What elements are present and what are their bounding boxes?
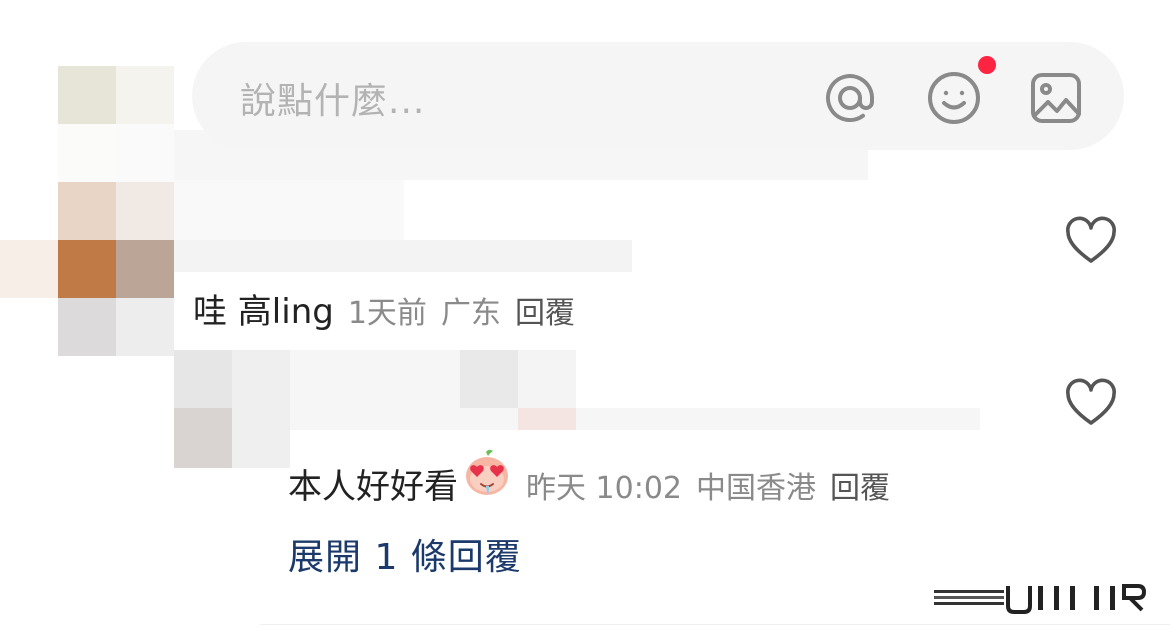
notification-dot xyxy=(978,56,996,74)
heart-outline-icon[interactable] xyxy=(1064,214,1118,268)
comment-time: 1天前 xyxy=(347,296,427,331)
comment-location: 广东 xyxy=(440,296,501,331)
comment-time: 昨天 10:02 xyxy=(526,471,682,506)
comment-input-bar[interactable]: 說點什麼... xyxy=(192,42,1124,150)
heart-outline-icon[interactable] xyxy=(1064,376,1118,430)
reply-button[interactable]: 回覆 xyxy=(515,288,575,332)
at-sign-icon[interactable] xyxy=(822,70,878,126)
expand-replies-link[interactable]: 展開 1 條回覆 xyxy=(288,528,522,580)
image-icon[interactable] xyxy=(1028,70,1084,126)
comment-input-placeholder[interactable]: 說點什麼... xyxy=(240,72,425,124)
comment-text: 本人好好看 xyxy=(288,467,458,507)
watermark-logo xyxy=(934,582,1156,614)
comment-meta-line: 哇 高ling 1天前 广东 回覆 xyxy=(193,284,575,333)
reply-button[interactable]: 回覆 xyxy=(830,463,890,507)
comment-content-line: 本人好好看 昨天 10:02 中国香港 回覆 xyxy=(288,448,890,508)
smile-icon[interactable] xyxy=(926,70,982,126)
comment-location: 中国香港 xyxy=(696,471,816,506)
comment-username[interactable]: 哇 高ling xyxy=(193,284,334,333)
divider xyxy=(260,624,1170,625)
heart-eyes-face-emoji xyxy=(462,448,512,498)
